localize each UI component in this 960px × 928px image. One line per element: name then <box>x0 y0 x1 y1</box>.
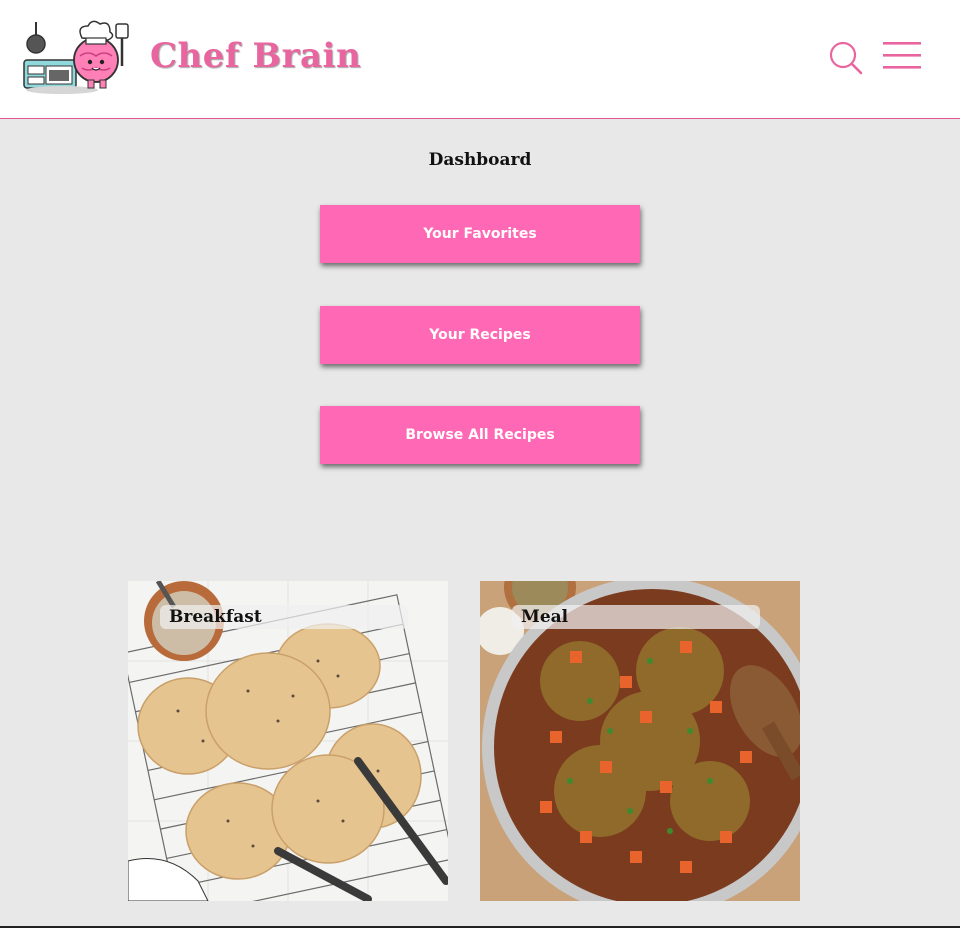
breakfast-image <box>128 581 448 901</box>
category-label-meal: Meal <box>512 605 760 629</box>
your-favorites-button[interactable]: Your Favorites <box>320 205 640 263</box>
chef-brain-logo[interactable] <box>22 20 134 96</box>
search-icon[interactable] <box>828 40 864 76</box>
meal-image <box>480 581 800 901</box>
site-header: Chef Brain <box>0 0 960 119</box>
category-card-meal[interactable]: Meal <box>480 581 800 901</box>
brand-title[interactable]: Chef Brain <box>150 36 361 76</box>
category-label-breakfast: Breakfast <box>160 605 408 629</box>
dashboard-title: Dashboard <box>428 150 532 170</box>
category-card-breakfast[interactable]: Breakfast <box>128 581 448 901</box>
hamburger-menu-icon[interactable] <box>883 40 921 72</box>
your-recipes-button[interactable]: Your Recipes <box>320 306 640 364</box>
browse-all-recipes-button[interactable]: Browse All Recipes <box>320 406 640 464</box>
